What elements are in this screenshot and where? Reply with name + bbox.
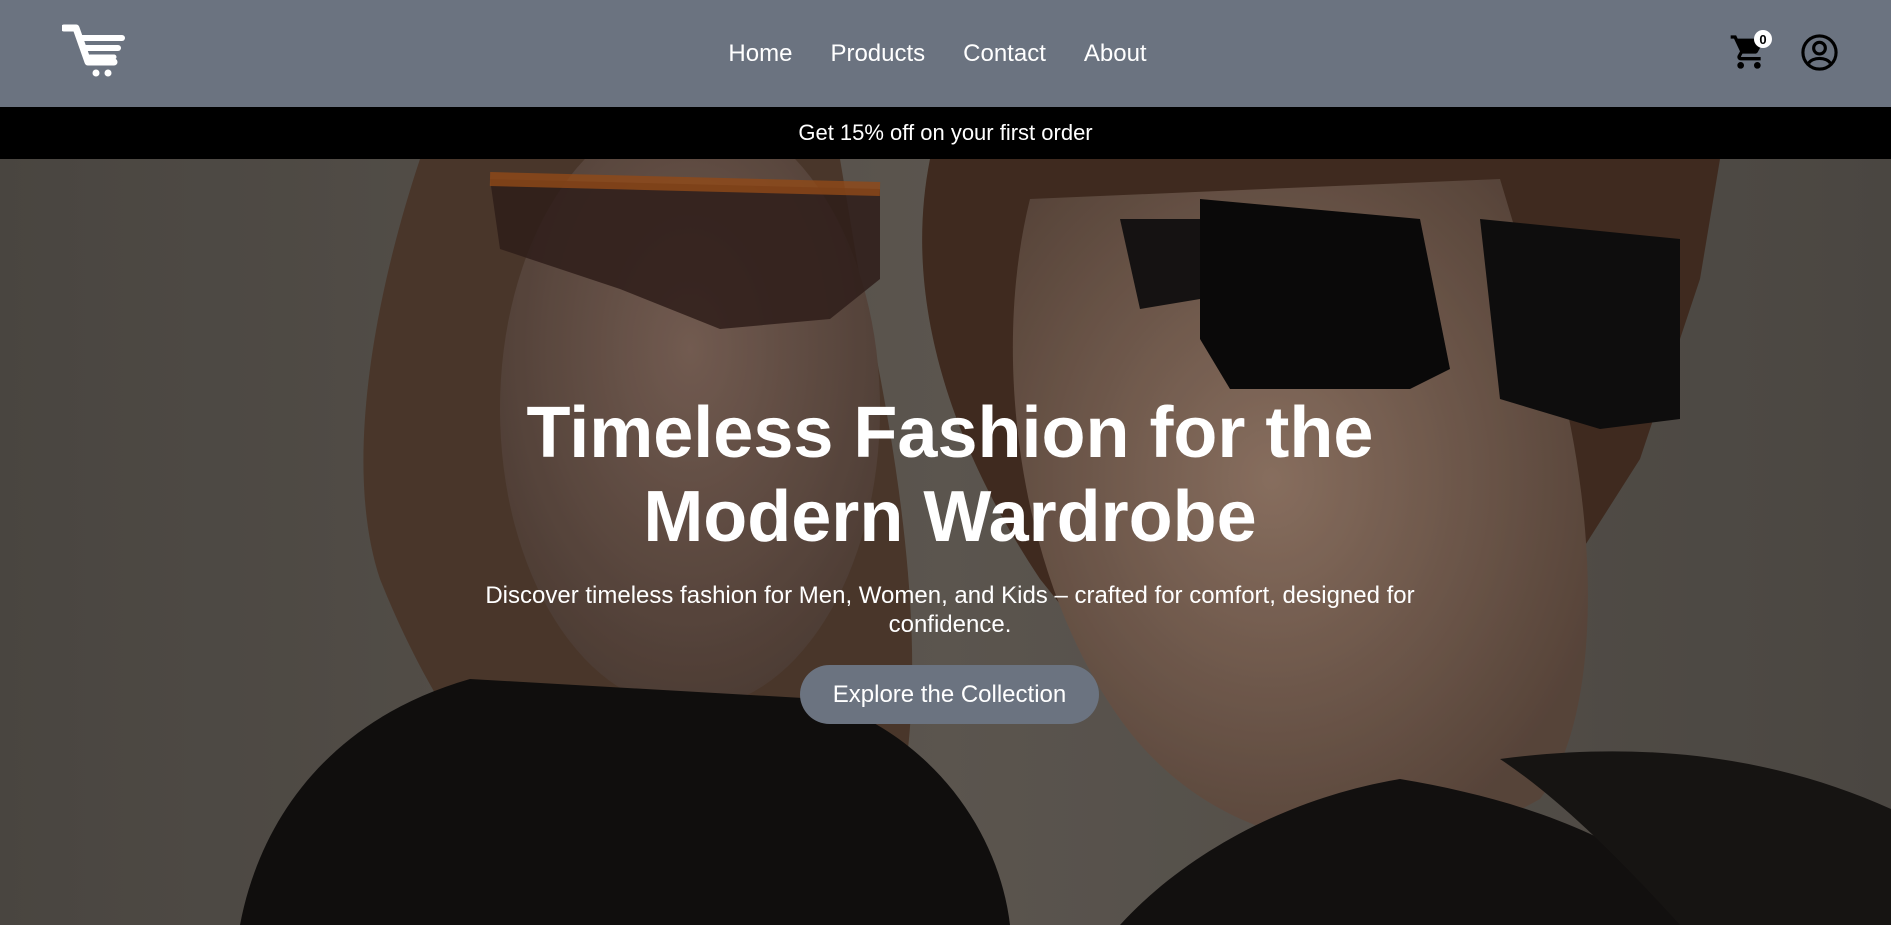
user-account-icon: [1801, 34, 1838, 71]
user-account-button[interactable]: [1800, 33, 1839, 72]
nav-products[interactable]: Products: [830, 40, 925, 68]
cart-count-badge: 0: [1754, 30, 1772, 48]
hero-title-line2: Modern Wardrobe: [643, 477, 1257, 557]
hero-title: Timeless Fashion for the Modern Wardrobe: [445, 391, 1455, 559]
main-nav: Home Products Contact About: [0, 0, 1891, 107]
hero-content: Timeless Fashion for the Modern Wardrobe…: [0, 159, 1891, 925]
hero-section: Timeless Fashion for the Modern Wardrobe…: [0, 159, 1891, 925]
hero-subtitle: Discover timeless fashion for Men, Women…: [485, 582, 1415, 638]
explore-collection-button[interactable]: Explore the Collection: [800, 665, 1099, 724]
navbar: Home Products Contact About 0: [0, 0, 1891, 107]
cart-button[interactable]: 0: [1729, 30, 1773, 72]
cart-logo-icon[interactable]: [62, 22, 126, 80]
nav-home[interactable]: Home: [728, 40, 792, 68]
promo-bar: Get 15% off on your first order: [0, 107, 1891, 159]
promo-text: Get 15% off on your first order: [798, 120, 1093, 145]
nav-contact[interactable]: Contact: [963, 40, 1046, 68]
nav-about[interactable]: About: [1084, 40, 1147, 68]
hero-title-line1: Timeless Fashion for the: [526, 393, 1374, 473]
